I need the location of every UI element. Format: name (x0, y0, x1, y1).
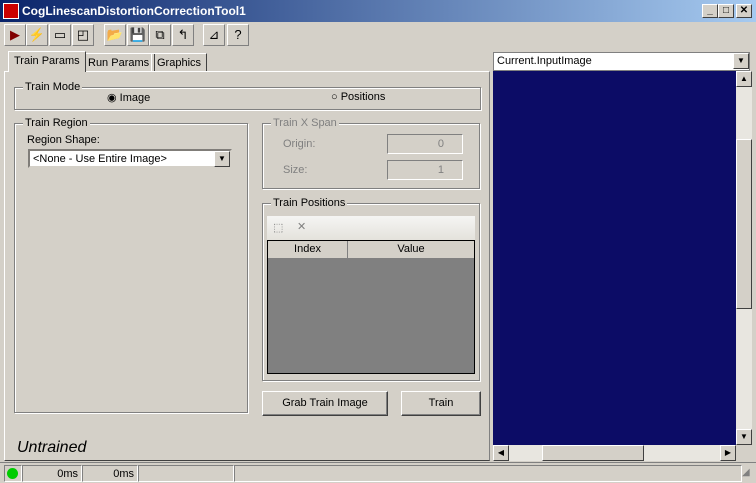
maximize-button[interactable]: □ (718, 4, 734, 18)
chevron-down-icon[interactable]: ▼ (733, 53, 749, 69)
train-mode-group: Train Mode ◉ Image ○ Positions (14, 81, 481, 110)
scroll-right-icon[interactable]: ▶ (720, 445, 736, 461)
chevron-down-icon[interactable]: ▼ (214, 151, 230, 167)
vertical-scrollbar[interactable]: ▲ ▼ (736, 71, 752, 445)
image-display[interactable] (493, 71, 736, 445)
size-label: Size: (283, 164, 308, 176)
horizontal-scroll-thumb[interactable] (541, 445, 644, 461)
train-button[interactable]: Train (401, 391, 481, 416)
origin-label: Origin: (283, 138, 316, 150)
train-mode-label: Train Mode (23, 81, 83, 93)
train-positions-group: Train Positions ⬚ ✕ Index Value (262, 197, 480, 381)
grab-train-image-button[interactable]: Grab Train Image (262, 391, 388, 416)
radio-positions[interactable]: ○ Positions (331, 91, 385, 103)
train-x-span-group: Train X Span Origin: 0 Size: 1 (262, 117, 480, 189)
save-as-icon[interactable]: ⧉ (149, 24, 171, 46)
train-status: Untrained (17, 439, 87, 456)
train-region-label: Train Region (23, 117, 90, 129)
resize-grip-icon[interactable]: ◢ (742, 467, 750, 478)
app-icon (3, 3, 19, 19)
scroll-left-icon[interactable]: ◀ (493, 445, 509, 461)
close-button[interactable]: ✕ (736, 4, 752, 18)
status-bar: 0ms 0ms ◢ (0, 462, 756, 483)
save-icon[interactable]: 💾 (127, 24, 149, 46)
vertical-scroll-thumb[interactable] (736, 138, 752, 309)
floating-icon[interactable]: ◰ (72, 24, 94, 46)
reset-icon[interactable]: ↰ (172, 24, 194, 46)
column-index[interactable]: Index (268, 241, 348, 258)
tab-train-params[interactable]: Train Params (8, 51, 86, 72)
size-spinner[interactable]: 1 (387, 160, 463, 180)
add-icon[interactable]: ⬚ (273, 221, 283, 234)
status-indicator-icon (7, 468, 18, 479)
train-positions-label: Train Positions (271, 197, 348, 209)
electric-icon[interactable]: ⚡ (26, 24, 48, 46)
positions-table[interactable]: Index Value (267, 240, 475, 374)
show-tool-icon[interactable]: ▭ (49, 24, 71, 46)
train-region-group: Train Region Region Shape: <None - Use E… (14, 117, 248, 413)
delete-icon[interactable]: ✕ (297, 220, 306, 233)
help-icon[interactable]: ? (227, 24, 249, 46)
tab-graphics[interactable]: Graphics (151, 53, 208, 72)
window-title: CogLinescanDistortionCorrectionTool1 (22, 4, 246, 18)
tool-icon[interactable]: ⊿ (203, 24, 225, 46)
origin-spinner[interactable]: 0 (387, 134, 463, 154)
region-shape-label: Region Shape: (27, 134, 100, 146)
train-x-span-label: Train X Span (271, 117, 339, 129)
radio-image[interactable]: ◉ Image (107, 91, 150, 104)
image-selector[interactable]: Current.InputImage ▼ (493, 52, 750, 71)
scroll-down-icon[interactable]: ▼ (736, 429, 752, 445)
time-1: 0ms (22, 465, 82, 482)
minimize-button[interactable]: _ (702, 4, 718, 18)
open-icon[interactable]: 📂 (104, 24, 126, 46)
region-shape-dropdown[interactable]: <None - Use Entire Image> ▼ (28, 149, 232, 168)
positions-toolbar: ⬚ ✕ (267, 216, 475, 240)
run-icon[interactable]: ▶ (4, 24, 26, 46)
time-2: 0ms (82, 465, 138, 482)
title-bar: CogLinescanDistortionCorrectionTool1 _ □… (0, 0, 756, 22)
horizontal-scrollbar[interactable]: ◀ ▶ (493, 445, 736, 461)
tab-run-params[interactable]: Run Params (82, 53, 156, 72)
column-value[interactable]: Value (348, 241, 474, 258)
scroll-up-icon[interactable]: ▲ (736, 71, 752, 87)
